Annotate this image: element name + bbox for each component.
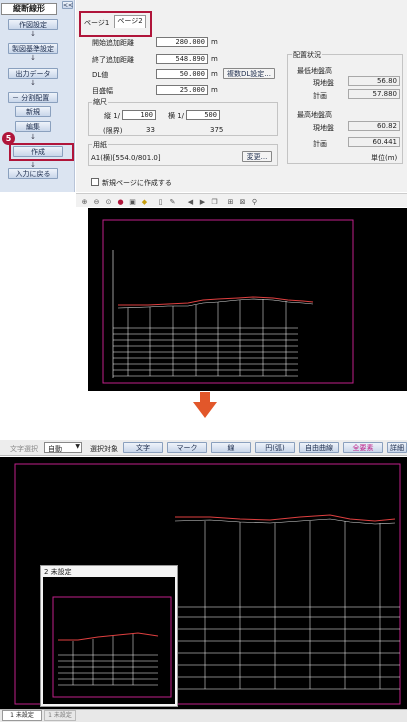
sidebar-title: 縦断線形 <box>1 3 57 15</box>
grid2-icon[interactable]: ⊠ <box>238 198 247 207</box>
copy-icon[interactable]: ❐ <box>210 198 219 207</box>
target-curve-button[interactable]: 自由曲線 <box>299 442 339 453</box>
unit-label: m <box>211 38 218 46</box>
limit-horizontal-value: 375 <box>210 126 224 134</box>
step-arrow: ↓ <box>30 133 36 141</box>
start-distance-input[interactable]: 280.000 <box>156 37 208 47</box>
grid-width-input[interactable]: 25.000 <box>156 85 208 95</box>
popup-title: 2 未設定 <box>44 568 72 576</box>
target-text-button[interactable]: 文字 <box>123 442 163 453</box>
popup-drawing <box>52 596 172 698</box>
step-badge: 5 <box>2 132 15 145</box>
zoom-out-icon[interactable]: ⊖ <box>92 198 101 207</box>
paper-title: 用紙 <box>92 140 108 150</box>
select-mode-dropdown[interactable]: 自動 ▼ <box>44 442 82 453</box>
step-arrow: ↓ <box>30 54 36 62</box>
prev-icon[interactable]: ◀ <box>186 198 195 207</box>
pen-icon[interactable]: ✎ <box>168 198 177 207</box>
plan-label: 計画 <box>313 92 327 100</box>
unit-label: m <box>211 86 218 94</box>
step-drawing-settings-button[interactable]: 作図設定 <box>8 19 58 30</box>
step-transition-arrow <box>193 402 217 418</box>
next-icon[interactable]: ▶ <box>198 198 207 207</box>
horizontal-scale-input[interactable]: 500 <box>186 110 220 120</box>
ground-label: 現地盤 <box>313 79 334 87</box>
select-mode-value: 自動 <box>48 445 62 453</box>
step-arrow: ↓ <box>30 30 36 38</box>
horizontal-scale-label: 横 1/ <box>168 112 185 120</box>
chevron-down-icon: ▼ <box>75 443 80 450</box>
dl-input[interactable]: 50.000 <box>156 69 208 79</box>
scale-title: 縮尺 <box>92 97 108 107</box>
select-mode-label: 文字選択 <box>10 445 38 453</box>
paper-size-value: A1(横)[554.0/801.0] <box>91 154 161 162</box>
highest-ground-label: 最高地盤高 <box>297 111 332 119</box>
target-line-button[interactable]: 線 <box>211 442 251 453</box>
lowest-plan-value: 57.880 <box>348 89 400 99</box>
multi-dl-button[interactable]: 複数DL設定... <box>223 68 275 79</box>
tab-page1[interactable]: ページ1 <box>84 18 109 28</box>
grid-icon[interactable]: ⊞ <box>226 198 235 207</box>
bottom-tab-2[interactable]: 1 未設定 <box>44 710 76 721</box>
end-distance-label: 終了追加距離 <box>92 56 134 64</box>
target-detail-button[interactable]: 詳細 <box>387 442 407 453</box>
limit-label: (限界) <box>103 127 123 135</box>
unit-caption: 単位(m) <box>371 154 398 162</box>
search-icon[interactable]: ⚲ <box>250 198 259 207</box>
end-distance-input[interactable]: 548.890 <box>156 54 208 64</box>
vertical-scale-label: 縦 1/ <box>104 112 121 120</box>
step-new-button[interactable]: 新規 <box>15 106 51 117</box>
bulb-icon[interactable]: ◆ <box>140 198 149 207</box>
target-mark-button[interactable]: マーク <box>167 442 207 453</box>
step-arrow: ↓ <box>30 79 36 87</box>
highest-ground-value: 60.82 <box>348 121 400 131</box>
limit-vertical-value: 33 <box>146 126 155 134</box>
lowest-ground-label: 最低地盤高 <box>297 67 332 75</box>
highest-plan-value: 60.441 <box>348 137 400 147</box>
zoom-window-icon[interactable]: ● <box>116 198 125 207</box>
page-icon[interactable]: ▯ <box>156 198 165 207</box>
dl-label: DL値 <box>92 71 109 79</box>
paper-change-button[interactable]: 変更... <box>242 151 272 162</box>
profile-drawing-preview <box>102 219 354 384</box>
step-standard-settings-button[interactable]: 製図基準設定 <box>8 43 58 54</box>
zoom-fit-icon[interactable]: ⊙ <box>104 198 113 207</box>
new-page-checkbox[interactable] <box>91 178 99 186</box>
step-back-to-input-button[interactable]: 入力に戻る <box>8 168 58 179</box>
step-output-data-button[interactable]: 出力データ <box>8 68 58 79</box>
step-transition-arrow-stem <box>200 392 210 403</box>
unit-label: m <box>211 55 218 63</box>
target-arc-button[interactable]: 円(弧) <box>255 442 295 453</box>
lowest-ground-value: 56.80 <box>348 76 400 86</box>
start-distance-label: 開始追加距離 <box>92 39 134 47</box>
frame-icon[interactable]: ▣ <box>128 198 137 207</box>
new-page-label: 新規ページに作成する <box>102 179 172 187</box>
layout-status-title: 配置状況 <box>292 50 322 60</box>
grid-width-label: 目盛幅 <box>92 87 113 95</box>
unit-label: m <box>211 70 218 78</box>
zoom-in-icon[interactable]: ⊕ <box>80 198 89 207</box>
step-edit-button[interactable]: 編集 <box>15 121 51 132</box>
target-all-button[interactable]: 全要素 <box>343 442 383 453</box>
step-create-button[interactable]: 作成 <box>13 146 63 157</box>
select-target-label: 選択対象 <box>90 445 118 453</box>
plan-label: 計画 <box>313 140 327 148</box>
tab-page2[interactable]: ページ2 <box>114 15 146 28</box>
step-split-layout-button[interactable]: － 分割配置 <box>8 92 58 103</box>
bottom-tab-1[interactable]: 1 未設定 <box>2 710 42 721</box>
sidebar-collapse-button[interactable]: << <box>62 1 73 9</box>
vertical-scale-input[interactable]: 100 <box>122 110 156 120</box>
ground-label: 現地盤 <box>313 124 334 132</box>
